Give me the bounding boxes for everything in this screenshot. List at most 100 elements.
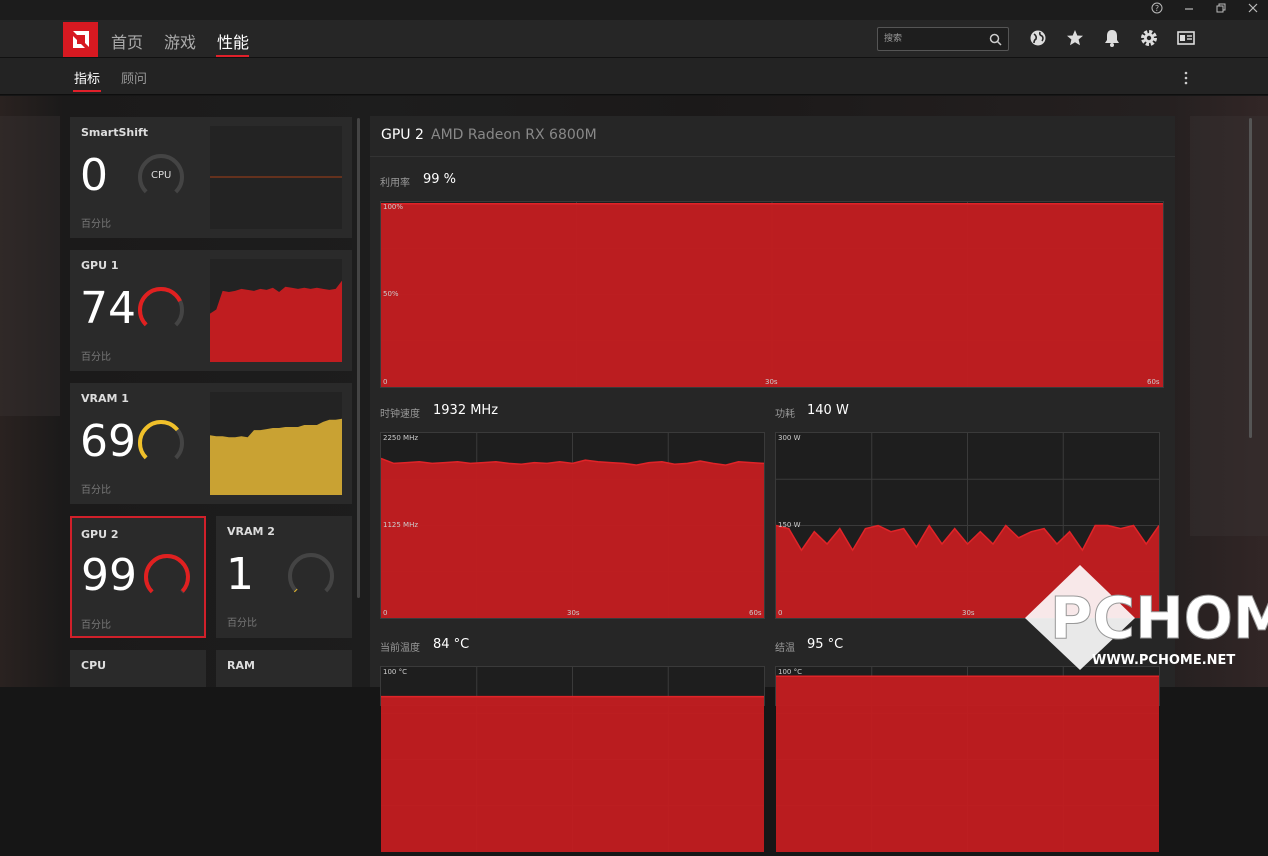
- series-area: [381, 203, 1163, 387]
- gpu1-sparkline: [210, 259, 342, 362]
- restore-icon[interactable]: [1212, 2, 1230, 18]
- axis-label: 50%: [383, 290, 399, 298]
- card-label: CPU: [81, 659, 107, 672]
- card-unit: 百分比: [81, 352, 111, 363]
- metric-value: 84 °C: [433, 637, 470, 652]
- axis-label: 0: [383, 609, 388, 617]
- axis-label: 30s: [567, 609, 580, 617]
- metric-value: 140 W: [807, 403, 849, 418]
- more-options-icon[interactable]: [1182, 70, 1190, 85]
- tab-advisor[interactable]: 顾问: [121, 68, 147, 87]
- card-label: VRAM 2: [227, 525, 275, 538]
- pchome-watermark: PCHOME WWW.PCHOME.NET: [1020, 560, 1268, 670]
- card-value: 69: [80, 416, 136, 467]
- gauge-track: [144, 554, 190, 600]
- amd-logo[interactable]: [63, 22, 98, 57]
- sidebar-scrollbar[interactable]: [357, 118, 360, 598]
- card-gpu2[interactable]: GPU 2 99 百分比: [70, 516, 206, 638]
- gauge-fill: [144, 554, 190, 600]
- sparkline-area: [210, 280, 342, 362]
- panel-subtitle: AMD Radeon RX 6800M: [431, 127, 597, 143]
- nav-home[interactable]: 首页: [111, 29, 143, 53]
- axis-label: 30s: [765, 378, 778, 386]
- smartshift-sparkline: [210, 126, 342, 229]
- axis-label: 300 W: [778, 434, 801, 442]
- metric-value: 95 °C: [807, 637, 844, 652]
- watermark-text: PCHOME: [1050, 584, 1268, 652]
- gauge-fill: [138, 287, 184, 333]
- temperature-chart: 100 °C: [380, 666, 765, 852]
- panel-title: GPU 2: [381, 127, 424, 143]
- page-scrollbar[interactable]: [1249, 118, 1252, 438]
- gauge: [144, 554, 190, 600]
- search-box[interactable]: [877, 27, 1009, 51]
- gauge-track: [138, 287, 184, 333]
- utilization-chart: 100% 50% 0 30s 60s: [380, 201, 1164, 388]
- card-vram2[interactable]: VRAM 2 1 百分比: [216, 516, 352, 638]
- metric-label: 功耗: [775, 409, 795, 420]
- nav-performance[interactable]: 性能: [217, 29, 249, 53]
- metric-value: 1932 MHz: [433, 403, 499, 418]
- minimize-icon[interactable]: [1180, 2, 1198, 18]
- card-label: SmartShift: [81, 126, 149, 139]
- metric-label: 结温: [775, 643, 795, 654]
- card-value: 74: [80, 283, 136, 334]
- axis-label: 1125 MHz: [383, 521, 419, 529]
- gauge-track: [288, 553, 334, 599]
- card-label: RAM: [227, 659, 255, 672]
- gauge-track: [138, 420, 184, 466]
- star-icon[interactable]: [1065, 28, 1087, 50]
- axis-label: 0: [778, 609, 783, 617]
- globe-icon[interactable]: [1028, 28, 1050, 50]
- series-area: [776, 676, 1159, 852]
- top-navigation: 首页 游戏 性能: [0, 20, 1268, 58]
- card-label: GPU 2: [81, 528, 119, 541]
- card-unit: 百分比: [81, 219, 111, 230]
- metric-label: 时钟速度: [380, 409, 420, 420]
- junction-temperature-chart: 100 °C: [775, 666, 1160, 852]
- vram1-sparkline: [210, 392, 342, 495]
- subnav-active-indicator: [73, 90, 101, 92]
- gauge-fill: [138, 420, 184, 466]
- tab-metrics[interactable]: 指标: [74, 68, 100, 87]
- divider: [370, 156, 1175, 157]
- title-bar: ?: [0, 0, 1268, 20]
- card-unit: 百分比: [81, 485, 111, 496]
- sparkline-area: [210, 418, 342, 495]
- gauge-fill: [288, 553, 334, 599]
- axis-label: 100%: [383, 203, 404, 211]
- card-gpu1[interactable]: GPU 1 74 百分比: [70, 250, 352, 371]
- sub-navigation: 指标 顾问: [0, 58, 1268, 95]
- gauge: [138, 420, 184, 466]
- axis-label: 60s: [749, 609, 762, 617]
- card-label: VRAM 1: [81, 392, 129, 405]
- search-icon[interactable]: [989, 33, 1002, 46]
- gear-icon[interactable]: [1139, 28, 1161, 50]
- bell-icon[interactable]: [1102, 28, 1124, 50]
- card-vram1[interactable]: VRAM 1 69 百分比: [70, 383, 352, 504]
- gauge: [288, 553, 334, 599]
- card-label: GPU 1: [81, 259, 119, 272]
- svg-text:?: ?: [1155, 4, 1159, 13]
- card-cpu[interactable]: CPU: [70, 650, 206, 687]
- card-value: 1: [226, 549, 254, 600]
- help-icon[interactable]: ?: [1148, 2, 1166, 18]
- close-icon[interactable]: [1244, 2, 1262, 18]
- axis-label: 2250 MHz: [383, 434, 419, 442]
- metric-label: 利用率: [380, 178, 410, 189]
- axis-label: 100 °C: [778, 668, 802, 676]
- search-input[interactable]: [884, 31, 984, 47]
- metric-value: 99 %: [423, 172, 457, 187]
- card-unit: 百分比: [227, 618, 257, 629]
- card-unit: 百分比: [81, 620, 111, 631]
- card-ram[interactable]: RAM: [216, 650, 352, 687]
- card-smartshift[interactable]: SmartShift 0 百分比 CPU: [70, 117, 352, 238]
- nav-games[interactable]: 游戏: [164, 29, 196, 53]
- metric-label: 当前温度: [380, 643, 420, 654]
- series-area: [381, 696, 764, 852]
- account-icon[interactable]: [1176, 28, 1198, 50]
- axis-label: 30s: [962, 609, 975, 617]
- card-value: 99: [81, 550, 137, 601]
- gauge: [138, 287, 184, 333]
- axis-label: 100 °C: [383, 668, 407, 676]
